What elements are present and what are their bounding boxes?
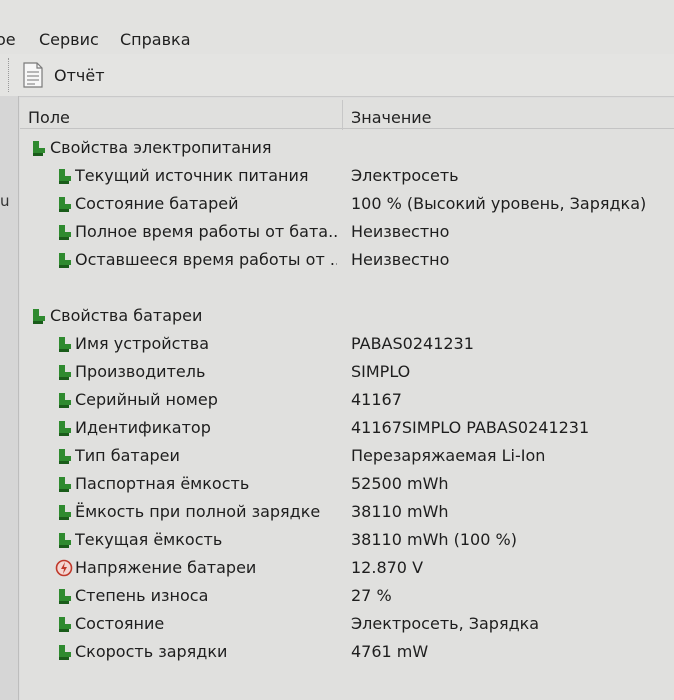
field-label: Серийный номер bbox=[75, 390, 218, 409]
list-item[interactable]: Напряжение батареи 12.870 V bbox=[20, 554, 674, 582]
field-label: Полное время работы от бата... bbox=[75, 222, 337, 241]
battery-icon bbox=[59, 365, 71, 380]
list-item[interactable]: Текущая ёмкость 38110 mWh (100 %) bbox=[20, 526, 674, 554]
field-value: PABAS0241231 bbox=[351, 334, 474, 353]
report-button-label: Отчёт bbox=[54, 65, 105, 85]
field-label: Имя устройства bbox=[75, 334, 210, 353]
battery-icon bbox=[59, 589, 71, 604]
battery-icon bbox=[59, 393, 71, 408]
field-value: Неизвестно bbox=[351, 222, 450, 241]
left-pane-text: u bbox=[0, 192, 10, 210]
voltage-icon bbox=[55, 559, 73, 577]
field-label: Оставшееся время работы от ... bbox=[75, 250, 337, 269]
battery-icon bbox=[59, 505, 71, 520]
menu-item-help[interactable]: Справка bbox=[120, 30, 191, 49]
field-label: Паспортная ёмкость bbox=[75, 474, 250, 493]
battery-icon bbox=[59, 477, 71, 492]
field-value: Перезаряжаемая Li-Ion bbox=[351, 446, 546, 465]
field-value: SIMPLO bbox=[351, 362, 411, 381]
battery-icon bbox=[33, 141, 45, 156]
field-value: 41167 bbox=[351, 390, 402, 409]
field-value: Неизвестно bbox=[351, 250, 450, 269]
section-header-battery[interactable]: Свойства батареи bbox=[20, 302, 674, 330]
list-item[interactable]: Имя устройства PABAS0241231 bbox=[20, 330, 674, 358]
field-label: Производитель bbox=[75, 362, 206, 381]
battery-icon bbox=[59, 421, 71, 436]
list-item[interactable]: Идентификатор 41167SIMPLO PABAS0241231 bbox=[20, 414, 674, 442]
field-label: Состояние bbox=[75, 614, 165, 633]
field-label: Ёмкость при полной зарядке bbox=[75, 502, 321, 521]
toolbar-grip bbox=[8, 58, 10, 92]
field-value: 52500 mWh bbox=[351, 474, 449, 493]
properties-list: Поле Значение Свойства электропитания Те… bbox=[20, 98, 674, 700]
menu-item-service[interactable]: Сервис bbox=[39, 30, 99, 49]
list-item[interactable]: Ёмкость при полной зарядке 38110 mWh bbox=[20, 498, 674, 526]
battery-icon bbox=[59, 197, 71, 212]
field-value: Электросеть bbox=[351, 166, 459, 185]
battery-icon bbox=[59, 225, 71, 240]
section-title: Свойства электропитания bbox=[50, 138, 272, 157]
list-item[interactable]: Оставшееся время работы от ... Неизвестн… bbox=[20, 246, 674, 274]
list-header: Поле Значение bbox=[20, 98, 674, 130]
list-item[interactable]: Степень износа 27 % bbox=[20, 582, 674, 610]
battery-icon bbox=[59, 169, 71, 184]
battery-icon bbox=[59, 449, 71, 464]
column-header-value[interactable]: Значение bbox=[351, 108, 432, 127]
field-value: 38110 mWh bbox=[351, 502, 449, 521]
battery-icon bbox=[59, 645, 71, 660]
list-item[interactable]: Состояние Электросеть, Зарядка bbox=[20, 610, 674, 638]
field-label: Скорость зарядки bbox=[75, 642, 228, 661]
report-button[interactable]: Отчёт bbox=[22, 60, 105, 90]
field-label: Степень износа bbox=[75, 586, 209, 605]
battery-icon bbox=[59, 337, 71, 352]
menu-item-partial[interactable]: ое bbox=[0, 30, 16, 49]
list-item[interactable]: Текущий источник питания Электросеть bbox=[20, 162, 674, 190]
menu-bar: ое Сервис Справка bbox=[0, 0, 674, 54]
field-label: Состояние батарей bbox=[75, 194, 239, 213]
list-item[interactable]: Тип батареи Перезаряжаемая Li-Ion bbox=[20, 442, 674, 470]
toolbar: Отчёт bbox=[0, 54, 674, 97]
document-icon bbox=[23, 62, 43, 88]
field-value: 100 % (Высокий уровень, Зарядка) bbox=[351, 194, 647, 213]
list-item[interactable]: Производитель SIMPLO bbox=[20, 358, 674, 386]
field-label: Идентификатор bbox=[75, 418, 211, 437]
field-value: 4761 mW bbox=[351, 642, 429, 661]
column-divider[interactable] bbox=[342, 100, 343, 130]
field-label: Текущая ёмкость bbox=[75, 530, 223, 549]
field-label: Тип батареи bbox=[75, 446, 180, 465]
section-title: Свойства батареи bbox=[50, 306, 203, 325]
column-header-field[interactable]: Поле bbox=[28, 108, 70, 127]
list-item[interactable]: Серийный номер 41167 bbox=[20, 386, 674, 414]
list-item[interactable]: Паспортная ёмкость 52500 mWh bbox=[20, 470, 674, 498]
section-header-power[interactable]: Свойства электропитания bbox=[20, 134, 674, 162]
battery-icon bbox=[59, 253, 71, 268]
left-pane: u bbox=[0, 96, 19, 700]
field-value: Электросеть, Зарядка bbox=[351, 614, 540, 633]
field-label: Текущий источник питания bbox=[75, 166, 309, 185]
list-item[interactable]: Полное время работы от бата... Неизвестн… bbox=[20, 218, 674, 246]
field-label: Напряжение батареи bbox=[75, 558, 257, 577]
battery-icon bbox=[59, 533, 71, 548]
field-value: 38110 mWh (100 %) bbox=[351, 530, 517, 549]
battery-icon bbox=[59, 617, 71, 632]
list-item[interactable]: Скорость зарядки 4761 mW bbox=[20, 638, 674, 666]
field-value: 27 % bbox=[351, 586, 392, 605]
field-value: 12.870 V bbox=[351, 558, 424, 577]
battery-icon bbox=[33, 309, 45, 324]
field-value: 41167SIMPLO PABAS0241231 bbox=[351, 418, 590, 437]
list-item[interactable]: Состояние батарей 100 % (Высокий уровень… bbox=[20, 190, 674, 218]
